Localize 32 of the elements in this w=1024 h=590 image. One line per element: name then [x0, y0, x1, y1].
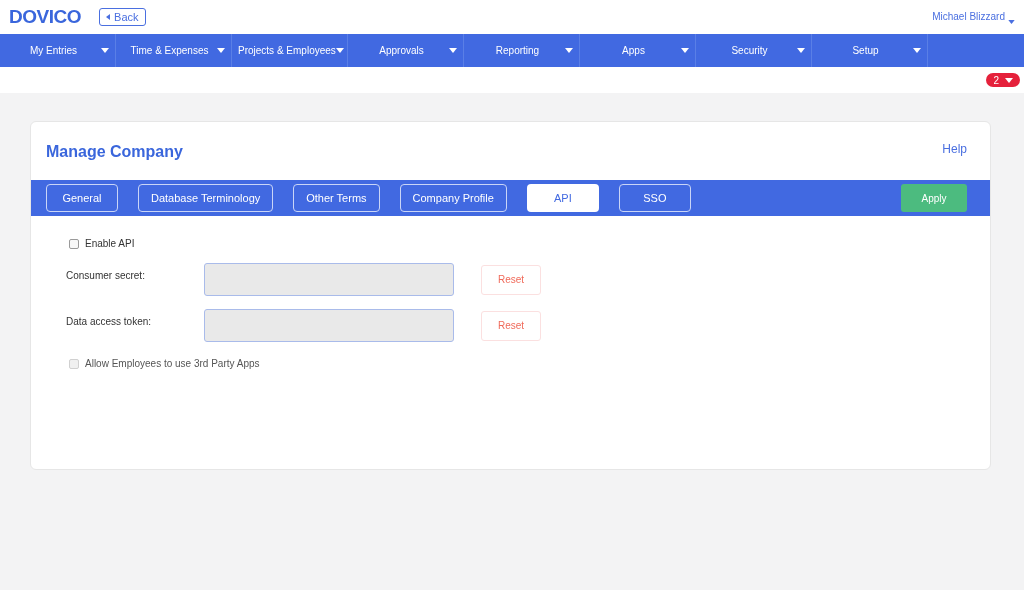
caret-icon: [217, 48, 225, 53]
caret-icon: [1008, 19, 1015, 24]
caret-icon: [565, 48, 573, 53]
tab[interactable]: Database Terminology: [138, 184, 274, 212]
caret-icon: [797, 48, 805, 53]
tab[interactable]: SSO: [618, 184, 691, 212]
tab[interactable]: General: [46, 184, 118, 212]
checkbox-label: Enable API: [85, 237, 135, 251]
caret-icon: [449, 48, 457, 53]
checkbox[interactable]: [69, 238, 79, 249]
caret-icon: [101, 48, 109, 53]
caret-icon: [335, 48, 344, 53]
field-label: Consumer secret:: [66, 269, 146, 283]
user-menu[interactable]: Michael Blizzard: [932, 8, 1015, 24]
caret-icon: [913, 48, 921, 53]
page-title: Manage Company: [46, 142, 183, 162]
input-field[interactable]: [204, 263, 454, 296]
help-link[interactable]: Help: [942, 140, 967, 158]
tab[interactable]: API: [526, 184, 599, 212]
notification-badge[interactable]: 2: [986, 73, 1020, 87]
back-button[interactable]: Back: [99, 8, 146, 26]
caret-icon: [681, 48, 689, 53]
caret-icon: [1005, 77, 1013, 83]
logo[interactable]: DOVICO: [9, 2, 82, 32]
reset-button[interactable]: Reset: [481, 310, 541, 341]
back-arrow-icon: [106, 14, 111, 20]
input-field[interactable]: [204, 309, 454, 342]
reset-button[interactable]: Reset: [481, 264, 541, 295]
field-label: Data access token:: [66, 315, 153, 329]
checkbox-label: Allow Employees to use 3rd Party Apps: [85, 357, 260, 371]
tab[interactable]: Company Profile: [399, 184, 507, 212]
tab[interactable]: Other Terms: [293, 184, 380, 212]
